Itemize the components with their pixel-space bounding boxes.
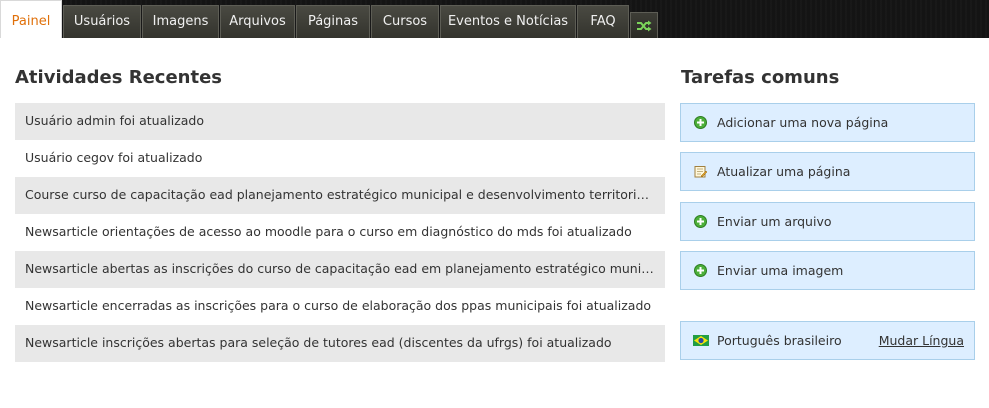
add-page-label: Adicionar uma nova página <box>717 115 889 130</box>
add-icon <box>694 215 707 228</box>
language-label: Português brasileiro <box>717 333 842 348</box>
add-icon <box>694 116 707 129</box>
edit-page-icon <box>694 166 707 178</box>
recent-activities-title: Atividades Recentes <box>15 67 222 88</box>
list-item[interactable]: Usuário admin foi atualizado <box>15 103 665 140</box>
common-tasks-title: Tarefas comuns <box>681 67 840 88</box>
activity-list: Usuário admin foi atualizado Usuário ceg… <box>15 103 665 362</box>
list-item[interactable]: Newsarticle inscrições abertas para sele… <box>15 325 665 362</box>
upload-image-label: Enviar uma imagem <box>717 263 844 278</box>
shuffle-icon <box>637 20 652 32</box>
list-item[interactable]: Newsarticle orientações de acesso ao moo… <box>15 214 665 251</box>
tab-painel[interactable]: Painel <box>0 0 62 38</box>
list-item[interactable]: Usuário cegov foi atualizado <box>15 140 665 177</box>
upload-file-label: Enviar um arquivo <box>717 214 832 229</box>
brazil-flag-icon <box>693 335 709 346</box>
list-item[interactable]: Newsarticle abertas as inscrições do cur… <box>15 251 665 288</box>
list-item[interactable]: Newsarticle encerradas as inscrições par… <box>15 288 665 325</box>
tab-eventos-noticias[interactable]: Eventos e Notícias <box>440 5 576 38</box>
add-page-button[interactable]: Adicionar uma nova página <box>680 103 975 142</box>
update-page-button[interactable]: Atualizar uma página <box>680 152 975 191</box>
update-page-label: Atualizar uma página <box>717 164 851 179</box>
change-language-link[interactable]: Mudar Língua <box>879 322 964 359</box>
tab-arquivos[interactable]: Arquivos <box>220 5 295 38</box>
tab-cursos[interactable]: Cursos <box>371 5 439 38</box>
tab-paginas[interactable]: Páginas <box>296 5 370 38</box>
language-box: Português brasileiro Mudar Língua <box>680 321 975 360</box>
tab-usuarios[interactable]: Usuários <box>63 5 141 38</box>
upload-image-button[interactable]: Enviar uma imagem <box>680 251 975 290</box>
list-item[interactable]: Course curso de capacitação ead planejam… <box>15 177 665 214</box>
shuffle-tab[interactable] <box>630 12 658 38</box>
add-icon <box>694 264 707 277</box>
top-nav: Painel Usuários Imagens Arquivos Páginas… <box>0 0 989 38</box>
tab-faq[interactable]: FAQ <box>577 5 629 38</box>
upload-file-button[interactable]: Enviar um arquivo <box>680 202 975 241</box>
tab-imagens[interactable]: Imagens <box>142 5 219 38</box>
